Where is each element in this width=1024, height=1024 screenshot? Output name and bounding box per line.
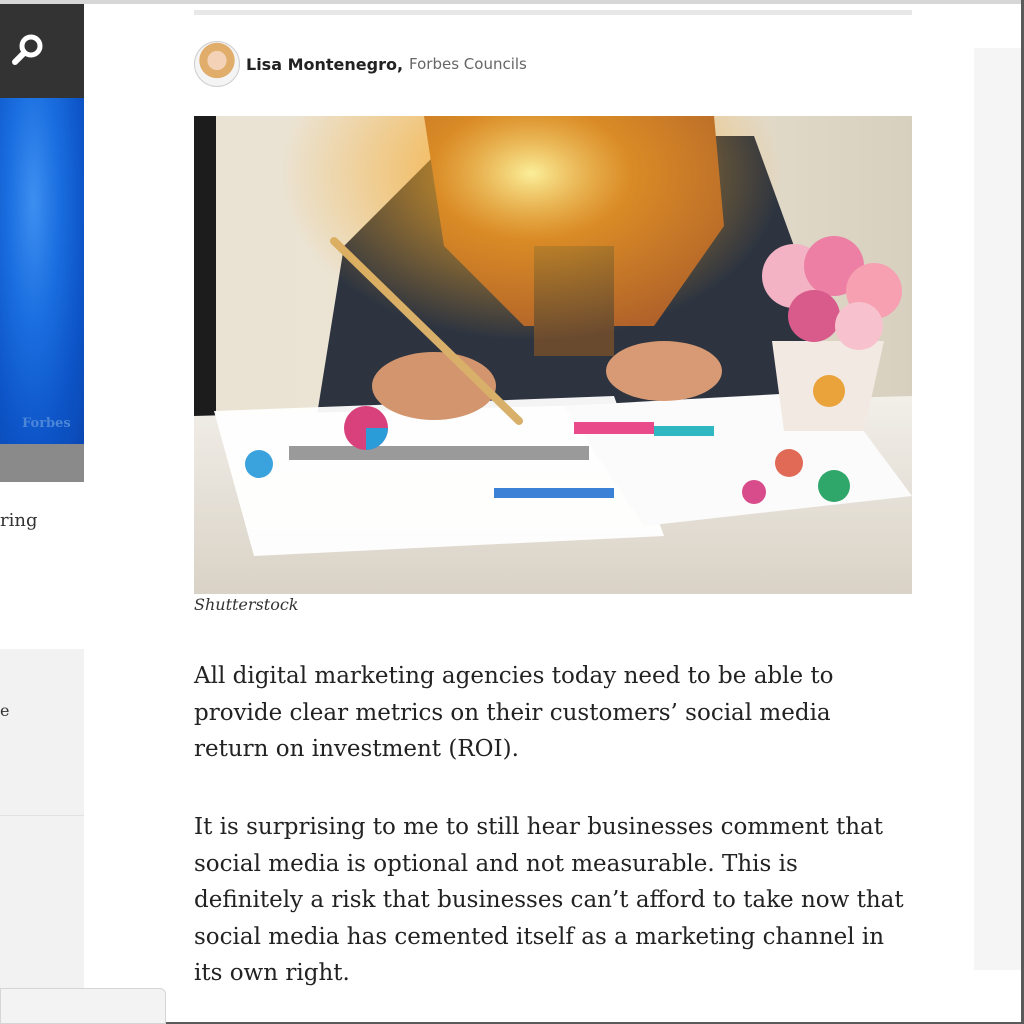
promo-caption-bar <box>0 444 84 482</box>
hero-image <box>194 116 912 594</box>
sidebar-card[interactable]: e <box>0 649 84 816</box>
author-avatar[interactable] <box>194 41 240 87</box>
sidebar-card-text: e <box>0 701 10 720</box>
search-icon[interactable] <box>10 32 46 68</box>
byline: Lisa Montenegro, Forbes Councils <box>194 40 527 88</box>
promo-image[interactable]: Forbes <box>0 98 84 444</box>
search-button[interactable] <box>0 4 84 98</box>
right-rail-ad <box>974 48 1021 970</box>
bottom-status-tab <box>0 988 166 1024</box>
article-paragraph: All digital marketing agencies today nee… <box>194 663 834 762</box>
window-top-edge <box>0 0 1024 4</box>
left-sidebar: Forbes ring e <box>0 4 84 1024</box>
sidebar-truncated-text[interactable]: ring <box>0 510 37 531</box>
council-link[interactable]: Forbes Councils <box>409 55 527 73</box>
article-paragraph: It is surprising to me to still hear bus… <box>194 814 904 986</box>
top-divider <box>194 10 912 15</box>
image-caption: Shutterstock <box>194 595 299 614</box>
promo-logo: Forbes <box>22 416 71 431</box>
author-name-link[interactable]: Lisa Montenegro, <box>246 55 403 74</box>
